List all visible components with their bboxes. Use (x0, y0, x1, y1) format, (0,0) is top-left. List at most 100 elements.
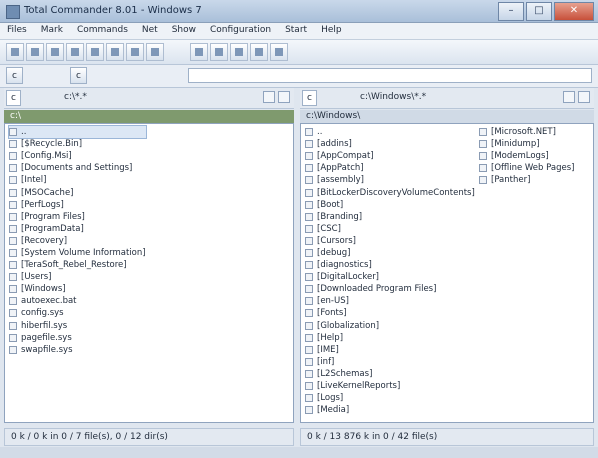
zip-icon[interactable] (106, 43, 124, 61)
menu-configuration[interactable]: Configuration (203, 23, 278, 39)
list-item[interactable]: [Branding] (305, 211, 475, 223)
full-view-icon[interactable] (46, 43, 64, 61)
right-drive-select[interactable]: c (302, 90, 317, 106)
right-file-panel[interactable]: .. [addins] [AppCompat] [AppPatch] [asse… (300, 123, 594, 423)
list-item[interactable]: [Windows] (9, 283, 146, 295)
list-item[interactable]: hiberfil.sys (9, 320, 146, 332)
list-item[interactable]: [inf] (305, 356, 475, 368)
folder-icon (9, 248, 17, 257)
command-line-input[interactable] (188, 68, 592, 83)
left-file-panel[interactable]: .. [$Recycle.Bin] [Config.Msi] [Document… (4, 123, 294, 423)
list-item[interactable]: [en-US] (305, 295, 475, 307)
list-item[interactable]: [diagnostics] (305, 259, 475, 271)
sync-icon[interactable] (250, 43, 268, 61)
right-file-list-col1: .. [addins] [AppCompat] [AppPatch] [asse… (305, 126, 475, 416)
menu-start[interactable]: Start (278, 23, 314, 39)
list-item[interactable]: [MSOCache] (9, 186, 146, 198)
up-icon[interactable] (578, 91, 590, 103)
list-item[interactable]: [assembly] (305, 174, 475, 186)
folder-icon (9, 200, 17, 209)
list-item[interactable]: [Documents and Settings] (9, 162, 146, 174)
list-item[interactable]: [Panther] (479, 174, 574, 186)
left-drive-button[interactable]: c (6, 67, 23, 84)
list-item[interactable]: [PerfLogs] (9, 199, 146, 211)
list-item[interactable]: [L2Schemas] (305, 368, 475, 380)
list-item[interactable]: [System Volume Information] (9, 247, 146, 259)
list-item[interactable]: [Program Files] (9, 211, 146, 223)
list-item[interactable]: [Users] (9, 271, 146, 283)
root-icon[interactable] (563, 91, 575, 103)
list-item[interactable]: [TeraSoft_Rebel_Restore] (9, 259, 146, 271)
compare-icon[interactable] (230, 43, 248, 61)
list-item[interactable]: [Offline Web Pages] (479, 162, 574, 174)
list-item[interactable]: [Globalization] (305, 320, 475, 332)
root-icon[interactable] (263, 91, 275, 103)
list-item[interactable]: [LiveKernelReports] (305, 380, 475, 392)
list-item[interactable]: config.sys (9, 307, 146, 319)
list-item[interactable]: [debug] (305, 247, 475, 259)
list-item[interactable]: [Fonts] (305, 307, 475, 319)
list-item[interactable]: [AppCompat] (305, 150, 475, 162)
list-item[interactable]: [$Recycle.Bin] (9, 138, 146, 150)
menu-mark[interactable]: Mark (34, 23, 70, 39)
list-item[interactable]: [Intel] (9, 174, 146, 186)
ftp-icon[interactable] (146, 43, 164, 61)
thumbnails-icon[interactable] (86, 43, 104, 61)
folder-icon (9, 164, 17, 173)
folder-icon (305, 164, 313, 173)
left-drive-select[interactable]: c (6, 90, 21, 106)
right-drive-button[interactable]: c (70, 67, 87, 84)
list-item[interactable]: [Downloaded Program Files] (305, 283, 475, 295)
list-item[interactable]: [CSC] (305, 223, 475, 235)
folder-icon (305, 309, 313, 318)
list-item[interactable]: [AppPatch] (305, 162, 475, 174)
list-item[interactable]: swapfile.sys (9, 344, 146, 356)
folder-icon (305, 200, 313, 209)
list-item[interactable]: [Minidump] (479, 138, 574, 150)
list-item[interactable]: .. (8, 124, 147, 140)
list-item[interactable]: autoexec.bat (9, 295, 146, 307)
refresh-icon[interactable] (6, 43, 24, 61)
folder-up-icon (9, 128, 17, 137)
list-item[interactable]: [addins] (305, 138, 475, 150)
list-item[interactable]: [DigitalLocker] (305, 271, 475, 283)
list-item[interactable]: [ModemLogs] (479, 150, 574, 162)
folder-icon (305, 236, 313, 245)
folder-icon (305, 248, 313, 257)
list-item[interactable]: [Boot] (305, 199, 475, 211)
minimize-button[interactable]: – (498, 2, 524, 21)
tree-icon[interactable] (66, 43, 84, 61)
menu-files[interactable]: Files (0, 23, 34, 39)
left-status-bar: 0 k / 0 k in 0 / 7 file(s), 0 / 12 dir(s… (4, 428, 294, 446)
list-item[interactable]: [Config.Msi] (9, 150, 146, 162)
right-panel-header[interactable]: c:\Windows\ (300, 110, 594, 123)
folder-icon (305, 297, 313, 306)
unzip-icon[interactable] (126, 43, 144, 61)
rename-icon[interactable] (210, 43, 228, 61)
menu-show[interactable]: Show (165, 23, 203, 39)
menu-commands[interactable]: Commands (70, 23, 135, 39)
menu-help[interactable]: Help (314, 23, 349, 39)
list-item[interactable]: [ProgramData] (9, 223, 146, 235)
list-item[interactable]: [Help] (305, 332, 475, 344)
list-item[interactable]: [IME] (305, 344, 475, 356)
list-item[interactable]: [Cursors] (305, 235, 475, 247)
list-item[interactable]: [BitLockerDiscoveryVolumeContents] (305, 186, 475, 198)
notepad-icon[interactable] (270, 43, 288, 61)
main-toolbar (0, 40, 598, 65)
left-panel-header[interactable]: c:\ (4, 110, 294, 123)
menu-net[interactable]: Net (135, 23, 165, 39)
close-button[interactable]: ✕ (554, 2, 594, 21)
brief-view-icon[interactable] (26, 43, 44, 61)
list-item[interactable]: [Media] (305, 404, 475, 416)
folder-icon (305, 382, 313, 391)
list-item[interactable]: [Microsoft.NET] (479, 126, 574, 138)
folder-icon (9, 212, 17, 221)
list-item[interactable]: [Recovery] (9, 235, 146, 247)
maximize-button[interactable]: □ (526, 2, 552, 21)
search-icon[interactable] (190, 43, 208, 61)
up-icon[interactable] (278, 91, 290, 103)
list-item[interactable]: pagefile.sys (9, 332, 146, 344)
list-item[interactable]: .. (305, 126, 475, 138)
list-item[interactable]: [Logs] (305, 392, 475, 404)
